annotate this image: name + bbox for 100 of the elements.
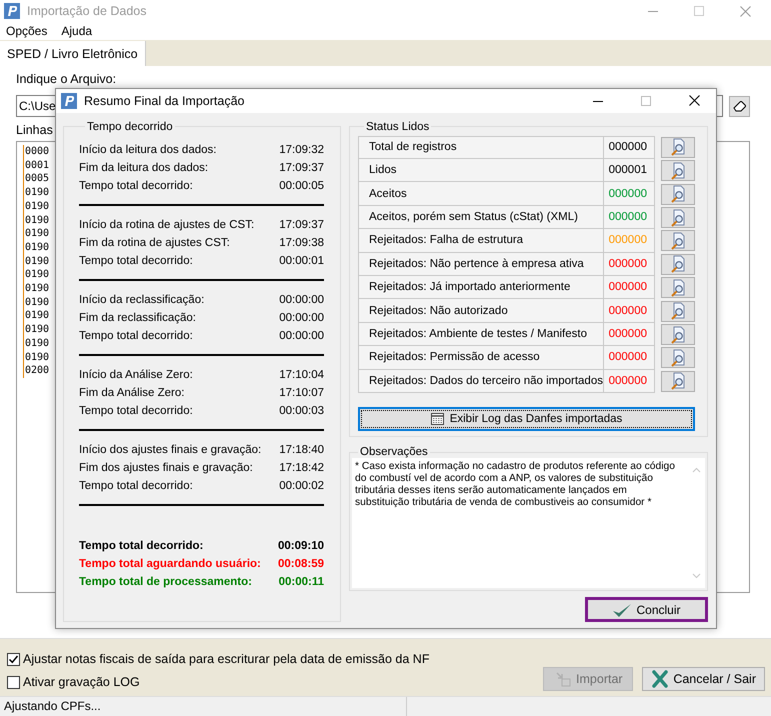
table-icon	[430, 413, 444, 425]
log-button[interactable]: Exibir Log das Danfes importadas	[358, 407, 695, 431]
total-value: 00:09:10	[278, 538, 324, 554]
menu-item[interactable]: Opções	[6, 24, 48, 38]
group-title: Observações	[359, 446, 429, 458]
time-label: Fim da reclassificação:	[79, 310, 196, 326]
time-value: 00:00:00	[279, 292, 324, 308]
time-value: 17:09:37	[279, 218, 324, 233]
notes-text: * Caso exista informação no cadastro de produtos referente ao código do combustí vel de acordo com a ANP, os valores de substituição tributária desses itens serão automaticamente lançados em substituição tributária de venda de combustiveis ao consumidor *	[354, 460, 676, 510]
record-line: 0000	[23, 145, 50, 159]
total-value: 00:00:11	[278, 574, 324, 590]
table-cell: Rejeitados: Não pertence à empresa ativa	[358, 252, 604, 276]
cancel-button[interactable]: Cancelar / Sair	[642, 667, 765, 691]
details-button[interactable]	[661, 347, 695, 368]
details-button[interactable]	[661, 207, 695, 228]
time-value: 17:10:07	[279, 386, 324, 401]
record-line: 0190	[23, 309, 50, 324]
app-logo-icon	[4, 3, 20, 19]
group-title: Tempo decorrido	[86, 120, 174, 133]
document-search-icon	[669, 162, 687, 180]
record-line: 0190	[23, 296, 50, 310]
count-cell: 000000	[603, 299, 655, 323]
cross-icon	[651, 670, 670, 688]
checkmark-icon	[612, 602, 632, 618]
count-cell: 000000	[603, 182, 655, 206]
record-line: 0190	[23, 186, 50, 200]
record-line: 0190	[23, 200, 50, 214]
table-cell: Rejeitados: Dados do terceiro não importados	[358, 370, 604, 393]
checkbox[interactable]	[7, 676, 20, 688]
time-value: 17:18:40	[279, 442, 324, 458]
details-button[interactable]	[661, 254, 695, 275]
time-label: Fim da Análise Zero:	[79, 386, 184, 401]
conclude-button[interactable]: Concluir	[585, 597, 708, 622]
time-label: Início da Análise Zero:	[79, 368, 193, 383]
details-button[interactable]	[661, 160, 695, 182]
time-label: Início da reclassificação:	[79, 292, 204, 308]
option-label: Ativar gravação LOG	[23, 675, 140, 689]
table-cell: Rejeitados: Falha de estrutura	[358, 229, 604, 253]
app-logo-icon	[61, 92, 77, 109]
record-line: 0190	[23, 323, 50, 337]
option-label: Ajustar notas fiscais de saída para escriturar pela data de emissão da NF	[23, 652, 430, 666]
time-label: Tempo total decorrido:	[79, 254, 193, 269]
lines-label: Linhas	[16, 123, 53, 138]
total-value: 00:08:59	[278, 556, 324, 572]
details-button[interactable]	[661, 324, 695, 346]
time-label: Início da leitura dos dados:	[79, 142, 216, 158]
total-label: Tempo total de processamento:	[79, 574, 252, 590]
dialog-title: Resumo Final da Importação	[84, 94, 246, 108]
time-label: Tempo total decorrido:	[79, 404, 193, 419]
details-button[interactable]	[661, 230, 695, 252]
time-label: Início dos ajustes finais e gravação:	[79, 442, 262, 458]
document-search-icon	[669, 278, 687, 297]
tab[interactable]: SPED / Livro Eletrônico	[0, 41, 146, 66]
document-search-icon	[669, 185, 687, 204]
menu-item[interactable]: Ajuda	[61, 24, 92, 38]
document-search-icon	[669, 232, 687, 250]
time-label: Fim dos ajustes finais e gravação:	[79, 460, 253, 476]
time-value: 00:00:01	[279, 254, 324, 269]
details-button[interactable]	[661, 136, 695, 158]
time-value: 17:10:04	[279, 368, 324, 383]
time-value: 17:09:37	[279, 160, 324, 176]
record-line: 0005	[23, 172, 50, 186]
time-value: 00:00:02	[279, 478, 324, 494]
record-line: 0190	[23, 254, 50, 268]
table-cell: Rejeitados: Já importado anteriormente	[358, 276, 604, 300]
time-value: 17:09:32	[279, 142, 324, 158]
time-label: Fim da leitura dos dados:	[79, 160, 208, 176]
document-search-icon	[669, 138, 687, 156]
time-value: 17:18:42	[279, 460, 324, 476]
record-line: 0190	[23, 214, 50, 228]
document-search-icon	[669, 208, 687, 227]
count-cell: 000000	[603, 276, 655, 300]
status-text: Ajustando CPFs...	[0, 697, 407, 716]
document-search-icon	[669, 326, 687, 344]
group-title: Status Lidos	[365, 120, 430, 133]
table-cell: Aceitos, porém sem Status (cStat) (XML)	[358, 206, 604, 230]
table-cell: Rejeitados: Permissão de acesso	[358, 346, 604, 370]
count-cell: 000000	[603, 229, 655, 253]
document-search-icon	[669, 372, 687, 390]
clear-button[interactable]	[729, 96, 750, 116]
record-line: 0190	[23, 350, 50, 364]
details-button[interactable]	[661, 277, 695, 298]
table-cell: Lidos	[358, 159, 604, 182]
time-value: 00:00:00	[279, 310, 324, 326]
time-label: Tempo total decorrido:	[79, 478, 193, 494]
count-cell: 000000	[603, 206, 655, 230]
count-cell: 000000	[603, 136, 655, 160]
details-button[interactable]	[661, 300, 695, 322]
details-button[interactable]	[661, 184, 695, 205]
details-button[interactable]	[661, 370, 695, 392]
record-line: 0190	[23, 227, 50, 241]
total-label: Tempo total aguardando usuário:	[79, 556, 261, 572]
document-search-icon	[669, 255, 687, 274]
eraser-icon	[732, 100, 746, 112]
checkbox[interactable]	[7, 652, 20, 666]
close-icon[interactable]	[689, 95, 700, 106]
time-label: Tempo total decorrido:	[79, 328, 193, 344]
record-line: 0200	[23, 364, 50, 378]
table-cell: Rejeitados: Não autorizado	[358, 299, 604, 323]
time-value: 00:00:05	[279, 178, 324, 194]
